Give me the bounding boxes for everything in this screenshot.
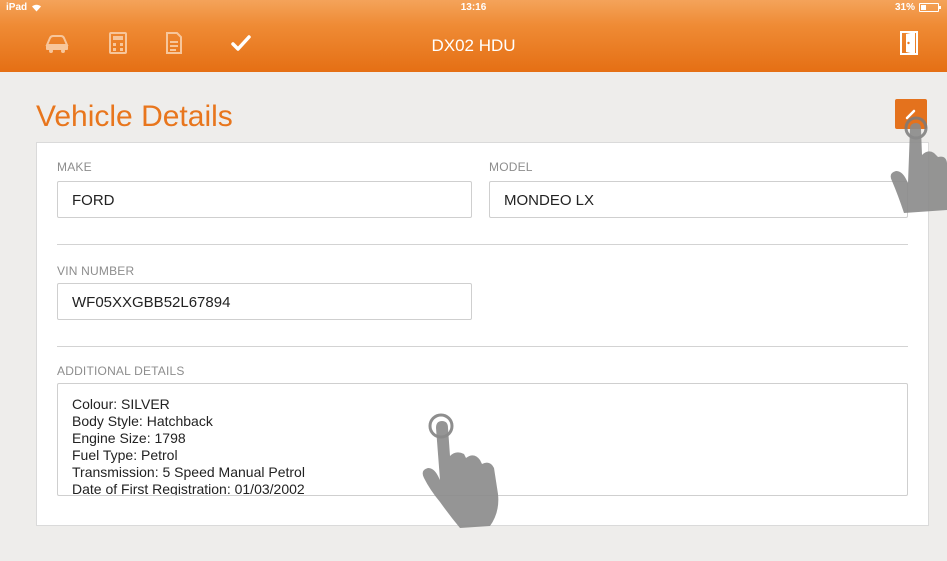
additional-details-label: ADDITIONAL DETAILS (57, 364, 185, 378)
status-right: 31% (894, 2, 941, 13)
status-bar: iPad 13:16 31% (0, 0, 947, 16)
battery-icon (919, 3, 941, 12)
tap-hand-icon (422, 413, 499, 528)
tap-hand-icon (890, 116, 947, 213)
nav-title: DX02 HDU (431, 36, 516, 55)
device-name: iPad (6, 2, 28, 13)
status-time: 13:16 (460, 2, 487, 13)
battery-percent: 31% (894, 2, 915, 13)
page-title: Vehicle Details (36, 100, 233, 133)
exit-door-icon[interactable] (895, 31, 923, 55)
battery-fill (921, 5, 926, 10)
app-screen: iPad 13:16 31% DX02 HDU Vehicle Details … (0, 0, 947, 561)
make-field[interactable]: FORD (57, 181, 472, 218)
car-icon[interactable] (43, 31, 71, 55)
make-label: MAKE (57, 160, 92, 174)
status-left: iPad (6, 2, 42, 13)
top-bar: iPad 13:16 31% DX02 HDU (0, 0, 947, 72)
checkmark-icon[interactable] (227, 31, 255, 55)
vin-label: VIN NUMBER (57, 264, 135, 278)
document-icon[interactable] (160, 31, 188, 55)
divider (57, 346, 908, 347)
detail-line: Colour: SILVER (72, 396, 170, 412)
nav-bar: DX02 HDU (0, 16, 947, 72)
divider (57, 244, 908, 245)
vin-field[interactable]: WF05XXGBB52L67894 (57, 283, 472, 320)
model-field[interactable]: MONDEO LX (489, 181, 908, 218)
calculator-icon[interactable] (104, 31, 132, 55)
model-label: MODEL (489, 160, 533, 174)
wifi-icon (32, 4, 42, 12)
